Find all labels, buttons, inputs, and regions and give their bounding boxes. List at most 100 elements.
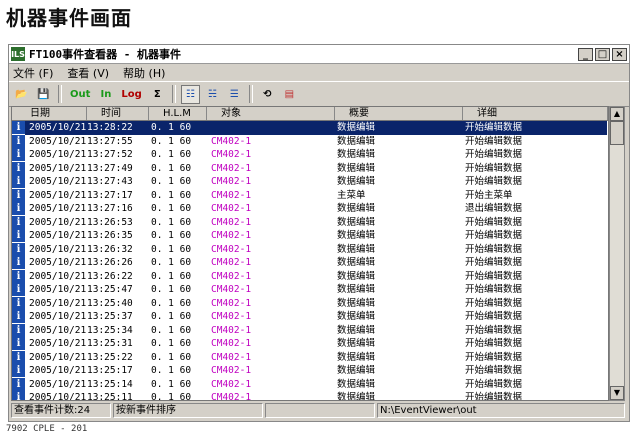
menu-help[interactable]: 帮助 (H) — [123, 65, 165, 81]
scroll-thumb[interactable] — [610, 121, 624, 145]
cell-detail: 开始主菜单 — [465, 189, 513, 201]
title-bar[interactable]: ILS FT100事件查看器 - 机器事件 _ □ × — [9, 45, 629, 64]
log-button[interactable]: Log — [118, 84, 145, 104]
cell-object — [209, 121, 337, 135]
menu-file[interactable]: 文件 (F) — [13, 65, 53, 81]
info-icon: i — [12, 188, 25, 202]
table-row[interactable]: i 2005/10/21 13:28:22 0. 1 60 数据编辑 开始编辑数据 — [12, 121, 608, 135]
cell-detail: 开始编辑数据 — [465, 176, 523, 187]
menu-bar: 文件 (F) 查看 (V) 帮助 (H) — [9, 64, 629, 82]
tree-view-icon[interactable]: ☵ — [202, 84, 222, 104]
cell-hlm: 0. 1 60 — [151, 378, 192, 390]
column-header-object[interactable]: 对象 — [207, 107, 335, 120]
cell-summary: 数据编辑 — [337, 378, 376, 390]
close-button[interactable]: × — [612, 47, 627, 61]
cell-time: 13:25:31 — [87, 338, 133, 349]
cell-object: CM402-1 — [211, 257, 252, 268]
event-viewer-window: ILS FT100事件查看器 - 机器事件 _ □ × 文件 (F) 查看 (V… — [8, 44, 630, 422]
column-header-summary[interactable]: 概要 — [335, 107, 463, 120]
cell-detail: 开始编辑数据 — [465, 162, 523, 174]
status-event-count: 查看事件计数:24 — [11, 403, 111, 418]
info-icon: i — [12, 175, 25, 188]
cell-object: CM402-1 — [211, 392, 252, 401]
table-row[interactable]: i 2005/10/21 13:27:55 0. 1 60 CM402-1 数据编辑 开始编… — [12, 134, 608, 149]
report-icon[interactable]: ▤ — [279, 84, 299, 104]
maximize-button[interactable]: □ — [595, 47, 610, 61]
cell-date: 2005/10/21 — [29, 392, 87, 401]
table-row[interactable]: i 2005/10/21 13:26:32 0. 1 60 CM402-1 数据编辑 开始编… — [12, 242, 608, 257]
cell-hlm: 0. 1 60 — [151, 324, 192, 336]
vertical-scrollbar[interactable]: ▲ ▼ — [609, 106, 625, 401]
cell-object: CM402-1 — [211, 351, 252, 363]
table-row[interactable]: i 2005/10/21 13:27:43 0. 1 60 CM402-1 数据编辑 开始编… — [12, 175, 608, 189]
cell-hlm: 0. 1 60 — [151, 284, 192, 295]
minimize-button[interactable]: _ — [578, 47, 593, 61]
table-row[interactable]: i 2005/10/21 13:26:53 0. 1 60 CM402-1 数据编辑 开始编… — [12, 215, 608, 230]
table-row[interactable]: i 2005/10/21 13:25:34 0. 1 60 CM402-1 数据编辑 开始编… — [12, 323, 608, 338]
refresh-icon[interactable]: ⟲ — [257, 84, 277, 104]
cell-time: 13:26:53 — [87, 216, 133, 228]
cell-summary: 数据编辑 — [337, 162, 376, 174]
toolbar-separator — [171, 85, 176, 103]
table-row[interactable]: i 2005/10/21 13:25:31 0. 1 60 CM402-1 数据编辑 开始编… — [12, 337, 608, 351]
sigma-button[interactable]: Σ — [147, 84, 167, 104]
window-title: FT100事件查看器 - 机器事件 — [29, 48, 181, 61]
table-row[interactable]: i 2005/10/21 13:25:37 0. 1 60 CM402-1 数据编辑 开始编… — [12, 310, 608, 324]
cell-hlm: 0. 1 60 — [151, 189, 192, 201]
column-header-hlm[interactable]: H.L.M — [149, 107, 207, 120]
column-header-detail[interactable]: 详细 — [463, 107, 608, 120]
cell-detail: 开始编辑数据 — [465, 149, 523, 160]
out-button[interactable]: Out — [67, 84, 94, 104]
cell-hlm: 0. 1 60 — [151, 257, 192, 268]
cell-detail: 开始编辑数据 — [465, 121, 607, 135]
cell-time: 13:26:26 — [87, 257, 133, 268]
scroll-up-icon[interactable]: ▲ — [610, 107, 624, 121]
save-icon[interactable]: 💾 — [34, 84, 53, 104]
table-row[interactable]: i 2005/10/21 13:25:22 0. 1 60 CM402-1 数据编辑 开始编… — [12, 350, 608, 365]
page-title: 机器事件画面 — [6, 6, 132, 30]
column-header-time[interactable]: 时间 — [87, 107, 149, 120]
table-row[interactable]: i 2005/10/21 13:26:22 0. 1 60 CM402-1 数据编辑 开始编… — [12, 269, 608, 284]
open-folder-icon[interactable]: 📂 — [12, 84, 31, 104]
detail-view-icon[interactable]: ☰ — [224, 84, 244, 104]
cell-summary: 数据编辑 — [337, 270, 376, 282]
info-icon: i — [12, 364, 25, 377]
table-body: i 2005/10/21 13:28:22 0. 1 60 数据编辑 开始编辑数据 i 200… — [12, 121, 608, 401]
list-view-icon[interactable]: ☷ — [180, 84, 200, 104]
cell-hlm: 0. 1 60 — [151, 270, 192, 282]
info-icon: i — [12, 310, 25, 323]
cell-date: 2005/10/21 — [29, 365, 87, 376]
cell-object: CM402-1 — [211, 162, 252, 174]
in-button[interactable]: In — [96, 84, 116, 104]
cell-object: CM402-1 — [211, 230, 252, 241]
table-row[interactable]: i 2005/10/21 13:25:11 0. 1 60 CM402-1 数据编辑 开始编… — [12, 391, 608, 401]
cell-summary: 数据编辑 — [337, 257, 376, 268]
column-header-date[interactable]: 日期 — [12, 107, 87, 120]
table-row[interactable]: i 2005/10/21 13:27:16 0. 1 60 CM402-1 数据编辑 退出编… — [12, 202, 608, 216]
table-row[interactable]: i 2005/10/21 13:26:26 0. 1 60 CM402-1 数据编辑 开始编… — [12, 256, 608, 270]
table-row[interactable]: i 2005/10/21 13:26:35 0. 1 60 CM402-1 数据编辑 开始编… — [12, 229, 608, 243]
info-icon: i — [12, 337, 25, 350]
app-icon: ILS — [11, 47, 25, 61]
cell-summary: 数据编辑 — [337, 392, 376, 401]
table-row[interactable]: i 2005/10/21 13:25:40 0. 1 60 CM402-1 数据编辑 开始编… — [12, 296, 608, 311]
table-row[interactable]: i 2005/10/21 13:25:47 0. 1 60 CM402-1 数据编辑 开始编… — [12, 283, 608, 297]
cell-object: CM402-1 — [211, 297, 252, 309]
table-row[interactable]: i 2005/10/21 13:25:14 0. 1 60 CM402-1 数据编辑 开始编… — [12, 377, 608, 392]
cell-hlm: 0. 1 60 — [151, 365, 192, 376]
info-icon: i — [12, 161, 25, 175]
cell-summary: 数据编辑 — [337, 311, 376, 322]
table-row[interactable]: i 2005/10/21 13:27:17 0. 1 60 CM402-1 主菜单 开始主菜… — [12, 188, 608, 203]
cell-summary: 数据编辑 — [337, 216, 376, 228]
scroll-down-icon[interactable]: ▼ — [610, 386, 624, 400]
table-row[interactable]: i 2005/10/21 13:27:49 0. 1 60 CM402-1 数据编辑 开始编… — [12, 161, 608, 176]
menu-view[interactable]: 查看 (V) — [67, 65, 109, 81]
info-icon: i — [12, 202, 25, 215]
table-row[interactable]: i 2005/10/21 13:25:17 0. 1 60 CM402-1 数据编辑 开始编… — [12, 364, 608, 378]
table-row[interactable]: i 2005/10/21 13:27:52 0. 1 60 CM402-1 数据编辑 开始编… — [12, 148, 608, 162]
cell-hlm: 0. 1 60 — [151, 203, 192, 214]
cell-date: 2005/10/21 — [29, 257, 87, 268]
info-icon: i — [12, 215, 25, 229]
cell-date: 2005/10/21 — [29, 378, 87, 390]
cell-hlm: 0. 1 60 — [151, 121, 209, 135]
